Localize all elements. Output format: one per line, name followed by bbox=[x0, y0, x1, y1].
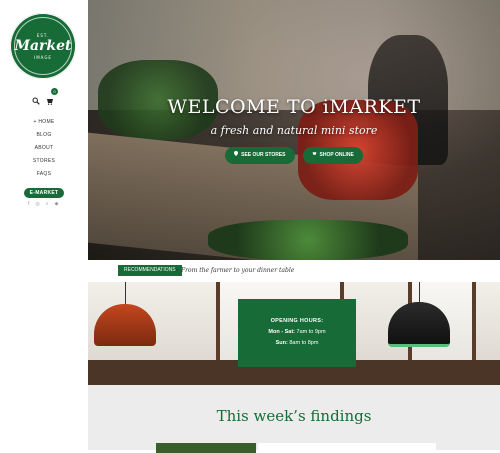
facebook-icon[interactable]: f bbox=[28, 201, 29, 207]
search-icon[interactable] bbox=[32, 92, 40, 105]
nav-item-stores[interactable]: STORES bbox=[0, 155, 88, 168]
hero-buttons: SEE OUR STORES SHOP ONLINE bbox=[88, 147, 500, 164]
see-our-stores-button[interactable]: SEE OUR STORES bbox=[225, 147, 295, 164]
market-logo[interactable]: EST. Market IMAGE bbox=[10, 13, 76, 79]
opening-hours-box: OPENING HOURS: Mon - Sat: 7am to 9pm Sun… bbox=[238, 299, 356, 367]
hours-days: Mon - Sat: bbox=[268, 329, 295, 335]
recommendations-text: > From the farmer to your dinner table bbox=[174, 265, 294, 276]
red-lamp-image bbox=[94, 304, 156, 346]
hero-title: WELCOME TO iMARKET bbox=[167, 96, 421, 118]
search-social-icon[interactable]: ⌕ bbox=[46, 201, 49, 207]
instagram-icon[interactable]: ◎ bbox=[35, 201, 39, 207]
hours-days: Sun: bbox=[275, 340, 288, 346]
cart-icon[interactable]: 0 bbox=[46, 88, 58, 105]
sidebar: EST. Market IMAGE 0 + HOME BLOG ABOUT ST… bbox=[0, 0, 89, 450]
findings-title: This week’s findings bbox=[216, 407, 372, 425]
main-nav: + HOME BLOG ABOUT STORES FAQS E-MARKET bbox=[0, 116, 88, 199]
social-links: f ◎ ⌕ ◆ bbox=[28, 201, 58, 207]
shop-online-label: SHOP ONLINE bbox=[319, 152, 354, 158]
logo-ring bbox=[14, 17, 72, 75]
nav-home-label: HOME bbox=[38, 119, 55, 125]
nav-item-emarket[interactable]: E-MARKET bbox=[23, 188, 65, 198]
hero-beans-image bbox=[208, 220, 408, 260]
hours-line-sunday: Sun: 8am to 8pm bbox=[238, 340, 356, 346]
finding-thumbnail[interactable] bbox=[156, 443, 256, 453]
findings-section: This week’s findings bbox=[88, 385, 500, 453]
breadcrumb-separator: > bbox=[174, 267, 180, 274]
lamp-cord bbox=[125, 282, 126, 306]
nav-item-faqs[interactable]: FAQS bbox=[0, 168, 88, 181]
hero-banner: WELCOME TO iMARKET a fresh and natural m… bbox=[88, 0, 500, 260]
recommendations-strip: RECOMMENDATIONS > From the farmer to you… bbox=[88, 260, 500, 282]
breadcrumb-tagline: From the farmer to your dinner table bbox=[180, 267, 295, 274]
cart-icon bbox=[312, 147, 317, 164]
shop-online-button[interactable]: SHOP ONLINE bbox=[302, 147, 363, 164]
hours-line-weekdays: Mon - Sat: 7am to 9pm bbox=[238, 329, 356, 335]
cart-count-badge: 0 bbox=[51, 88, 58, 95]
hours-time: 8am to 8pm bbox=[289, 340, 319, 346]
see-our-stores-label: SEE OUR STORES bbox=[241, 152, 286, 158]
nav-item-blog[interactable]: BLOG bbox=[0, 129, 88, 142]
recommendations-tag[interactable]: RECOMMENDATIONS bbox=[118, 265, 182, 276]
shop-photo: OPENING HOURS: Mon - Sat: 7am to 9pm Sun… bbox=[88, 282, 500, 385]
nav-item-home[interactable]: + HOME bbox=[0, 116, 88, 129]
opening-hours-title: OPENING HOURS: bbox=[270, 318, 324, 324]
pinterest-icon[interactable]: ◆ bbox=[55, 201, 59, 207]
finding-card[interactable] bbox=[258, 443, 436, 453]
nav-item-about[interactable]: ABOUT bbox=[0, 142, 88, 155]
hours-time: 7am to 9pm bbox=[296, 329, 326, 335]
header-icons: 0 bbox=[32, 88, 58, 105]
map-pin-icon bbox=[234, 147, 239, 164]
hero-tagline: a fresh and natural mini store bbox=[210, 124, 378, 137]
